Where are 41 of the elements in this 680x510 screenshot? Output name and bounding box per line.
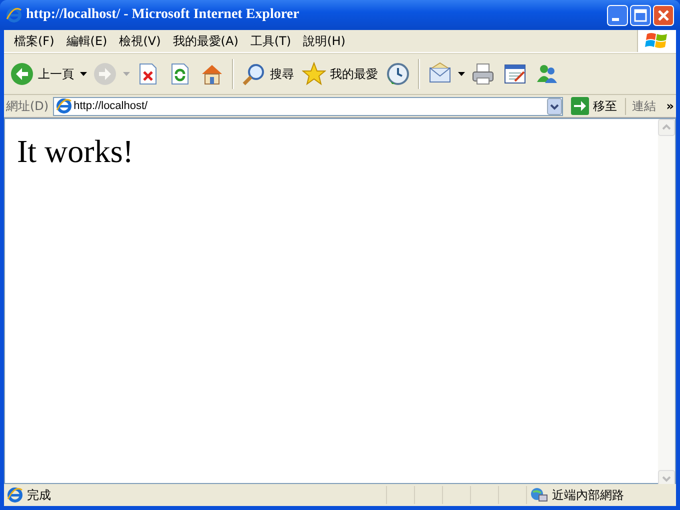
history-clock-icon [386,62,410,86]
links-label[interactable]: 連結 [625,98,662,114]
star-icon [302,62,326,86]
maximize-button[interactable] [630,4,651,26]
address-combo-box[interactable]: http://localhost/ [52,96,564,116]
go-button[interactable]: 移至 [567,97,622,115]
dropdown-arrow-icon[interactable] [80,72,87,76]
close-button[interactable] [653,4,674,26]
menu-item[interactable]: 檔案(F) [8,32,60,50]
button-label: 我的最愛 [330,66,378,82]
status-text: 完成 [27,486,51,504]
network-globe-icon [530,487,548,503]
menu-item[interactable]: 工具(T) [244,32,298,50]
toolbar-button[interactable] [384,60,412,88]
menu-item[interactable]: 檢視(V) [113,32,167,50]
zone-text: 近端內部網路 [552,486,624,504]
menu-item[interactable]: 我的最愛(A) [166,32,244,50]
window-title: http://localhost/ - Microsoft Internet Explorer [26,7,300,23]
page-heading: It works! [17,133,134,170]
printer-icon [471,62,495,86]
address-field[interactable]: http://localhost/ [74,100,546,112]
toolbar-button[interactable]: 搜尋 [240,60,296,88]
dropdown-arrow-icon[interactable] [458,72,465,76]
toolbar-button[interactable]: 我的最愛 [300,60,380,88]
menu-item[interactable]: 編輯(E) [60,32,114,50]
toolbar-button[interactable]: 上一頁 [8,60,76,88]
edit-window-icon [503,62,527,86]
house-icon [200,62,224,86]
menu-item[interactable]: 說明(H) [297,32,352,50]
address-label: 網址(D) [6,98,49,114]
dropdown-button[interactable] [547,98,562,114]
minimize-button[interactable] [607,4,628,26]
browser-icon [6,7,22,23]
people-icon [535,62,559,86]
arrow-right-icon [571,97,590,115]
page-icon [56,98,72,114]
chevron-button[interactable]: » [666,99,674,113]
page-icon [7,487,23,503]
search-icon [242,62,266,86]
button-label: 上一頁 [38,66,74,82]
button-label: 搜尋 [270,66,294,82]
